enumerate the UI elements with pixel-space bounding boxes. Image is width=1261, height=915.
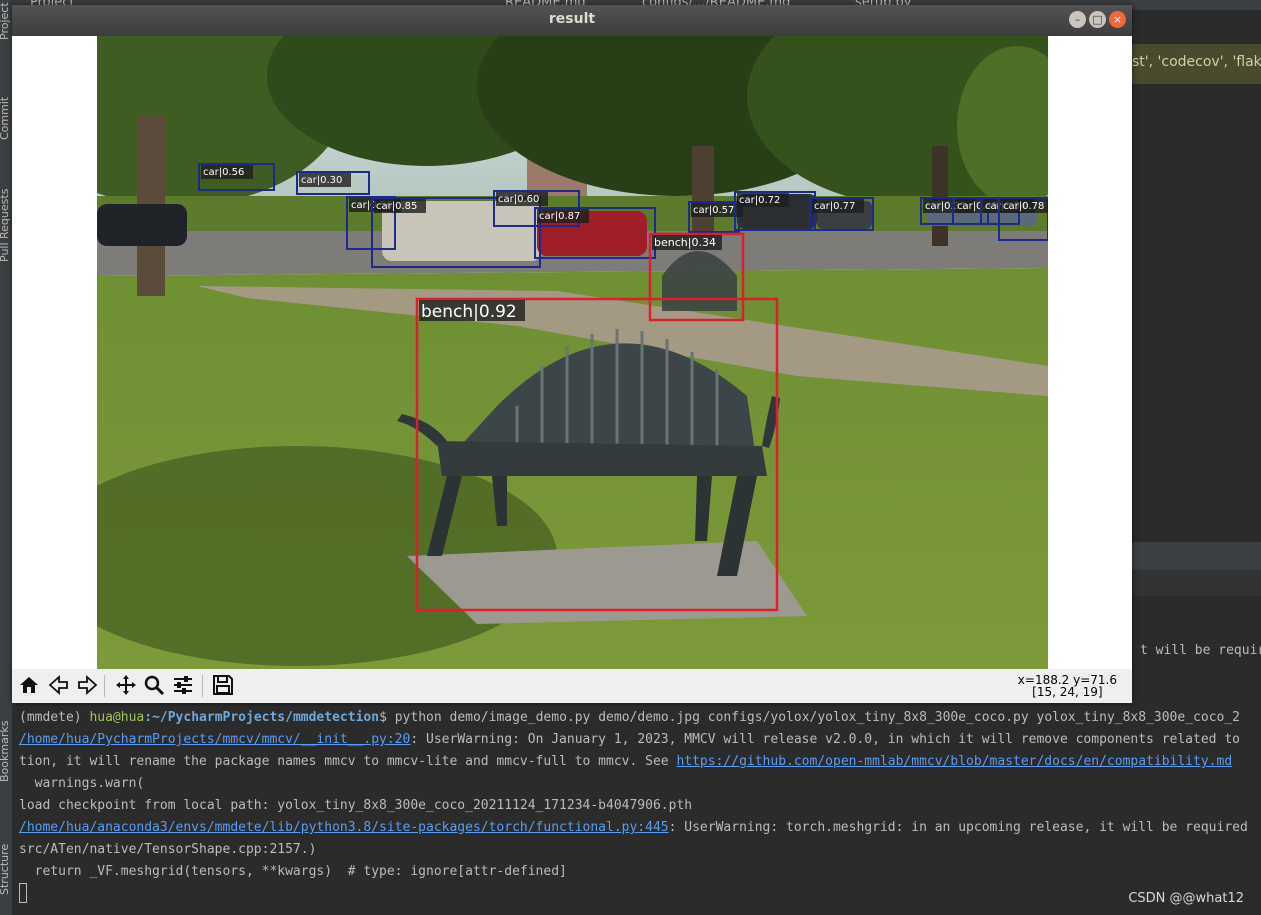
left-tab-pull-requests[interactable]: Pull Requests [0, 189, 11, 262]
terminal-line: src/ATen/native/TensorShape.cpp:2157.) [19, 842, 317, 857]
left-tab-commit[interactable]: Commit [0, 97, 11, 140]
left-tab-bookmarks[interactable]: Bookmarks [0, 721, 11, 782]
car-detection-label: car|0.78 [1003, 201, 1044, 212]
detection-scene: car|0.56car|0.30car|0.56car|0.85car|0.60… [97, 36, 1048, 669]
prompt-user: hua@hua [89, 710, 145, 725]
matplotlib-toolbar: x=188.2 y=71.6 [15, 24, 19] [12, 669, 1132, 703]
editor-highlighted-line: st', 'codecov', 'flak [1132, 44, 1261, 84]
bench-seat [437, 441, 767, 476]
editor-area [1132, 36, 1261, 542]
warning-text: : UserWarning: torch.meshgrid: in an upc… [668, 820, 1248, 835]
prompt-path: :~/PycharmProjects/mmdetection [144, 710, 380, 725]
forward-icon[interactable] [75, 673, 99, 697]
run-output-fragment: t will be require [1140, 643, 1261, 658]
result-window: result – □ × car|0.56 car|0.30 car|0.56 … [12, 5, 1132, 703]
left-tab-structure[interactable]: Structure [0, 844, 11, 895]
car-detection-label: car|0.87 [539, 211, 580, 222]
terminal[interactable]: (mmdete) hua@hua:~/PycharmProjects/mmdet… [12, 706, 1261, 915]
command: $ python demo/image_demo.py demo/demo.jp… [379, 710, 1240, 725]
terminal-line: warnings.warn( [19, 776, 145, 791]
warning-text: : UserWarning: On January 1, 2023, MMCV … [410, 732, 1240, 747]
coords-pixel: [15, 24, 19] [1032, 685, 1103, 699]
terminal-cursor [19, 883, 27, 903]
terminal-line: return _VF.meshgrid(tensors, **kwargs) #… [19, 864, 567, 879]
terminal-line: tion, it will rename the package names m… [19, 751, 1232, 773]
run-output-right: t will be require [1132, 596, 1261, 706]
car-detection-label: car|0.56 [203, 167, 244, 178]
toolbar-separator [202, 675, 203, 697]
car-detection-label: car|0.57 [693, 205, 734, 216]
watermark: CSDN @@what12 [1128, 891, 1244, 906]
car-detection-label: car|0.77 [814, 201, 855, 212]
editor-code-fragment: st', 'codecov', 'flak [1132, 54, 1261, 70]
file-link[interactable]: /home/hua/anaconda3/envs/mmdete/lib/pyth… [19, 820, 669, 835]
back-icon[interactable] [47, 673, 71, 697]
cursor-coordinates: x=188.2 y=71.6 [15, 24, 19] [1018, 674, 1117, 698]
minimize-button[interactable]: – [1069, 11, 1086, 28]
car-detection-label: car|0.72 [739, 195, 780, 206]
url-link[interactable]: https://github.com/open-mmlab/mmcv/blob/… [676, 754, 1232, 769]
left-tab-project[interactable]: Project [0, 2, 11, 40]
conda-env: (mmdete) [19, 710, 90, 725]
car [97, 204, 187, 246]
terminal-line: /home/hua/PycharmProjects/mmcv/mmcv/__in… [19, 729, 1240, 751]
terminal-line: load checkpoint from local path: yolox_t… [19, 798, 693, 813]
tree-trunk [932, 146, 948, 246]
terminal-line: (mmdete) hua@hua:~/PycharmProjects/mmdet… [19, 707, 1240, 729]
detection-image[interactable]: car|0.56 car|0.30 car|0.56 car|0.85 car|0.60… [97, 36, 1048, 669]
home-icon[interactable] [17, 673, 41, 697]
window-titlebar[interactable]: result – □ × [12, 5, 1132, 36]
pan-icon[interactable] [114, 673, 138, 697]
bench-detection-label: bench|0.34 [654, 236, 716, 249]
car-detection-label: car|0.85 [376, 201, 417, 212]
concrete-pad [407, 541, 807, 624]
tree-trunk [692, 146, 714, 236]
configure-icon[interactable] [171, 673, 195, 697]
run-panel-header [1132, 542, 1261, 570]
toolbar-separator [104, 675, 105, 697]
run-panel-tabs [1132, 570, 1261, 596]
zoom-icon[interactable] [142, 673, 166, 697]
window-title: result [548, 11, 596, 27]
warning-text: tion, it will rename the package names m… [19, 754, 677, 769]
save-icon[interactable] [211, 673, 235, 697]
car-detection-label: car|0.30 [301, 175, 342, 186]
car-detection-label: car|0.60 [498, 194, 539, 205]
figure-canvas[interactable]: car|0.56 car|0.30 car|0.56 car|0.85 car|0.60… [12, 36, 1132, 669]
terminal-line: /home/hua/anaconda3/envs/mmdete/lib/pyth… [19, 817, 1248, 839]
close-button[interactable]: × [1109, 11, 1126, 28]
bench-detection-label: bench|0.92 [421, 302, 517, 322]
maximize-button[interactable]: □ [1089, 11, 1106, 28]
file-link[interactable]: /home/hua/PycharmProjects/mmcv/mmcv/__in… [19, 732, 410, 747]
